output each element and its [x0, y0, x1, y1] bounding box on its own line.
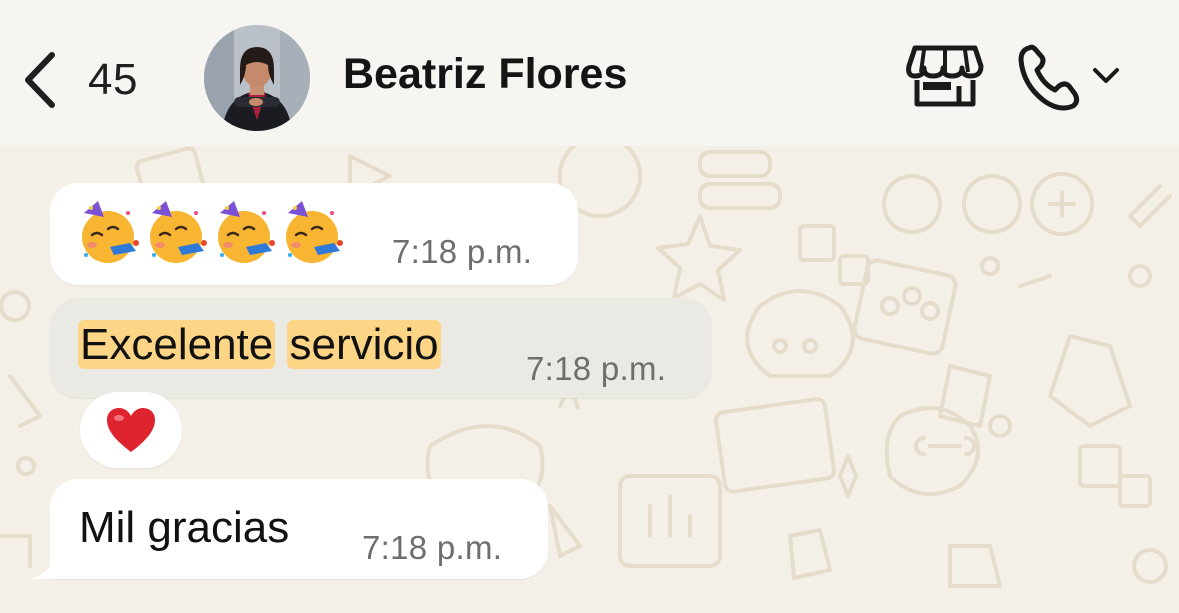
bubble-tail	[30, 551, 70, 579]
emoji-row	[78, 199, 344, 265]
message-time: 7:18 p.m.	[392, 233, 533, 270]
store-icon	[906, 45, 984, 107]
message-time: 7:18 p.m.	[362, 529, 503, 566]
chevron-down-icon[interactable]	[1091, 66, 1121, 86]
message-bubble-emoji[interactable]: 7:18 p.m.	[50, 183, 578, 285]
search-highlight: Excelente	[78, 320, 276, 369]
message-time: 7:18 p.m.	[526, 350, 667, 387]
phone-icon	[1018, 44, 1080, 111]
party-face-icon	[150, 201, 207, 263]
message-text: Excelente servicio	[78, 320, 441, 370]
message-bubble-selected[interactable]: Excelente servicio 7:18 p.m.	[50, 298, 712, 398]
back-button[interactable]: 45	[22, 45, 162, 115]
avatar[interactable]	[204, 25, 310, 131]
contact-name[interactable]: Beatriz Flores	[343, 50, 627, 99]
call-button[interactable]	[1015, 40, 1130, 114]
catalog-button[interactable]	[905, 42, 985, 112]
reaction-heart[interactable]	[80, 392, 182, 468]
heart-icon	[107, 408, 155, 452]
avatar-photo	[204, 25, 310, 131]
chat-header: 45 Beatriz Flores	[0, 0, 1179, 146]
chat-area[interactable]: 7:18 p.m. Excelente servicio 7:18 p.m. M…	[0, 146, 1179, 613]
unread-count: 45	[88, 55, 138, 104]
message-text: Mil gracias	[79, 503, 290, 552]
search-highlight: servicio	[287, 320, 441, 369]
party-face-icon	[218, 201, 275, 263]
party-face-icon	[286, 201, 343, 263]
party-face-icon	[82, 201, 139, 263]
message-bubble-last[interactable]: Mil gracias 7:18 p.m.	[50, 479, 548, 579]
chevron-left-icon	[25, 52, 55, 108]
